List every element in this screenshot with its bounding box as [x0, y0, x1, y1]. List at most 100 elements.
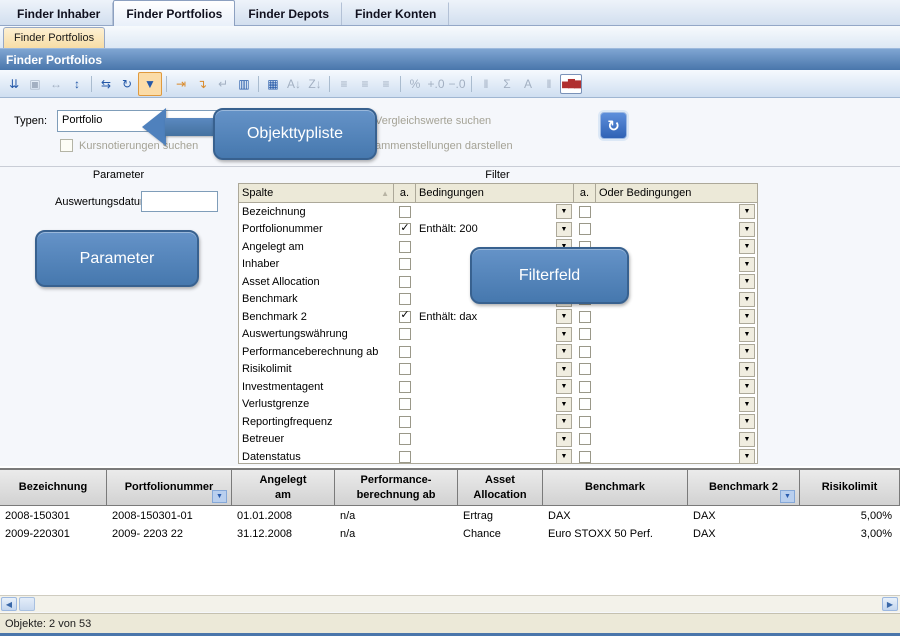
- results-column-header[interactable]: Benchmark ▼: [543, 470, 688, 505]
- filter-active-checkbox[interactable]: ✓: [399, 206, 411, 218]
- export-rows-icon[interactable]: ⇊: [4, 74, 24, 94]
- filter-row[interactable]: Portfolionummer ✓ Enthält: 200 ▼ ✓ ▼: [239, 221, 757, 239]
- column-filter-icon[interactable]: ▼: [780, 490, 795, 503]
- filter-header-bedingungen[interactable]: Bedingungen: [416, 184, 574, 202]
- align-center-icon[interactable]: ≡: [355, 74, 375, 94]
- filter-or-checkbox[interactable]: ✓: [579, 206, 591, 218]
- or-condition-dropdown-button[interactable]: ▼: [739, 239, 755, 254]
- fit-width-icon[interactable]: ↔: [46, 74, 66, 94]
- filter-row[interactable]: Reportingfrequenz ✓ ▼ ✓ ▼: [239, 413, 757, 431]
- align-right-icon[interactable]: ≡: [376, 74, 396, 94]
- return-icon[interactable]: ↵: [213, 74, 233, 94]
- filter-active-checkbox[interactable]: ✓: [399, 363, 411, 375]
- filter-or-checkbox[interactable]: ✓: [579, 363, 591, 375]
- results-row[interactable]: 2008-150301 2008-150301-01 01.01.2008 n/…: [0, 507, 900, 525]
- filter-active-checkbox[interactable]: ✓: [399, 416, 411, 428]
- horizontal-scrollbar[interactable]: ◀ ▶: [0, 595, 900, 612]
- or-condition-dropdown-button[interactable]: ▼: [739, 327, 755, 342]
- filter-active-checkbox[interactable]: ✓: [399, 258, 411, 270]
- or-condition-dropdown-button[interactable]: ▼: [739, 432, 755, 447]
- filter-row[interactable]: Datenstatus ✓ ▼ ✓ ▼: [239, 448, 757, 466]
- column-filter-icon[interactable]: ▼: [212, 490, 227, 503]
- filter-active-checkbox[interactable]: ✓: [399, 241, 411, 253]
- filter-or-checkbox[interactable]: ✓: [579, 346, 591, 358]
- scrollbar-thumb[interactable]: [19, 597, 35, 611]
- filter-icon[interactable]: ▼: [138, 72, 162, 96]
- results-column-header[interactable]: Angelegt am ▼: [232, 470, 335, 505]
- filter-or-checkbox[interactable]: ✓: [579, 433, 591, 445]
- condition-dropdown-button[interactable]: ▼: [556, 449, 572, 464]
- indent-right-icon[interactable]: ⇥: [171, 74, 191, 94]
- results-column-header[interactable]: Asset Allocation ▼: [458, 470, 543, 505]
- increase-decimal-icon[interactable]: +.0: [426, 74, 446, 94]
- refresh-icon[interactable]: ↻: [117, 74, 137, 94]
- row-settings-icon[interactable]: ‖: [476, 74, 496, 94]
- filter-active-checkbox[interactable]: ✓: [399, 433, 411, 445]
- filter-active-checkbox[interactable]: ✓: [399, 381, 411, 393]
- filter-active-checkbox[interactable]: ✓: [399, 398, 411, 410]
- sort-desc-icon[interactable]: Z↓: [305, 74, 325, 94]
- filter-or-checkbox[interactable]: ✓: [579, 398, 591, 410]
- column-settings-icon[interactable]: ‖: [539, 74, 559, 94]
- filter-header-oder-bedingungen[interactable]: Oder Bedingungen: [596, 184, 757, 202]
- or-condition-dropdown-button[interactable]: ▼: [739, 222, 755, 237]
- column-width-icon[interactable]: ⇆: [96, 74, 116, 94]
- filter-header-aktiv[interactable]: a.: [394, 184, 416, 202]
- filter-row[interactable]: Betreuer ✓ ▼ ✓ ▼: [239, 431, 757, 449]
- or-condition-dropdown-button[interactable]: ▼: [739, 344, 755, 359]
- fit-height-icon[interactable]: ↕: [67, 74, 87, 94]
- condition-dropdown-button[interactable]: ▼: [556, 204, 572, 219]
- or-condition-dropdown-button[interactable]: ▼: [739, 362, 755, 377]
- or-condition-dropdown-button[interactable]: ▼: [739, 414, 755, 429]
- or-condition-dropdown-button[interactable]: ▼: [739, 309, 755, 324]
- results-column-header[interactable]: Benchmark 2 ▼: [688, 470, 800, 505]
- results-column-header[interactable]: Performance- berechnung ab ▼: [335, 470, 458, 505]
- filter-active-checkbox[interactable]: ✓: [399, 451, 411, 463]
- results-row[interactable]: 2009-220301 2009- 2203 22 31.12.2008 n/a…: [0, 525, 900, 543]
- filter-or-checkbox[interactable]: ✓: [579, 328, 591, 340]
- font-icon[interactable]: A: [518, 74, 538, 94]
- or-condition-dropdown-button[interactable]: ▼: [739, 449, 755, 464]
- filter-active-checkbox[interactable]: ✓: [399, 346, 411, 358]
- insert-columns-icon[interactable]: ▦: [263, 74, 283, 94]
- or-condition-dropdown-button[interactable]: ▼: [739, 397, 755, 412]
- filter-header-spalte[interactable]: Spalte ▲: [239, 184, 394, 202]
- filter-active-checkbox[interactable]: ✓: [399, 328, 411, 340]
- condition-dropdown-button[interactable]: ▼: [556, 432, 572, 447]
- filter-row[interactable]: Risikolimit ✓ ▼ ✓ ▼: [239, 361, 757, 379]
- results-column-header[interactable]: Portfolionummer ▼: [107, 470, 232, 505]
- percent-icon[interactable]: %: [405, 74, 425, 94]
- filter-active-checkbox[interactable]: ✓: [399, 293, 411, 305]
- or-condition-dropdown-button[interactable]: ▼: [739, 204, 755, 219]
- or-condition-dropdown-button[interactable]: ▼: [739, 379, 755, 394]
- filter-row[interactable]: Investmentagent ✓ ▼ ✓ ▼: [239, 378, 757, 396]
- condition-dropdown-button[interactable]: ▼: [556, 362, 572, 377]
- sum-icon[interactable]: Σ: [497, 74, 517, 94]
- refresh-objects-button[interactable]: ↻: [600, 112, 627, 139]
- condition-dropdown-button[interactable]: ▼: [556, 327, 572, 342]
- filter-active-checkbox[interactable]: ✓: [399, 276, 411, 288]
- filter-or-checkbox[interactable]: ✓: [579, 451, 591, 463]
- filter-or-checkbox[interactable]: ✓: [579, 416, 591, 428]
- values-columns-icon[interactable]: ▥: [234, 74, 254, 94]
- finder-tab[interactable]: Finder Portfolios: [113, 0, 235, 26]
- filter-active-checkbox[interactable]: ✓: [399, 311, 411, 323]
- condition-dropdown-button[interactable]: ▼: [556, 397, 572, 412]
- decrease-decimal-icon[interactable]: −.0: [447, 74, 467, 94]
- condition-dropdown-button[interactable]: ▼: [556, 414, 572, 429]
- condition-dropdown-button[interactable]: ▼: [556, 379, 572, 394]
- subtab-finder-portfolios[interactable]: Finder Portfolios: [3, 27, 105, 48]
- results-column-header[interactable]: Risikolimit ▼: [800, 470, 900, 505]
- or-condition-dropdown-button[interactable]: ▼: [739, 274, 755, 289]
- filter-header-aktiv-oder[interactable]: a.: [574, 184, 596, 202]
- line-down-icon[interactable]: ↴: [192, 74, 212, 94]
- filter-or-checkbox[interactable]: ✓: [579, 223, 591, 235]
- finder-tab[interactable]: Finder Konten: [342, 2, 449, 25]
- kursnotierungen-checkbox[interactable]: [60, 139, 73, 152]
- scroll-left-button[interactable]: ◀: [1, 597, 17, 611]
- condition-dropdown-button[interactable]: ▼: [556, 222, 572, 237]
- or-condition-dropdown-button[interactable]: ▼: [739, 292, 755, 307]
- or-condition-dropdown-button[interactable]: ▼: [739, 257, 755, 272]
- results-column-header[interactable]: Bezeichnung ▼: [0, 470, 107, 505]
- filter-row[interactable]: Auswertungswährung ✓ ▼ ✓ ▼: [239, 326, 757, 344]
